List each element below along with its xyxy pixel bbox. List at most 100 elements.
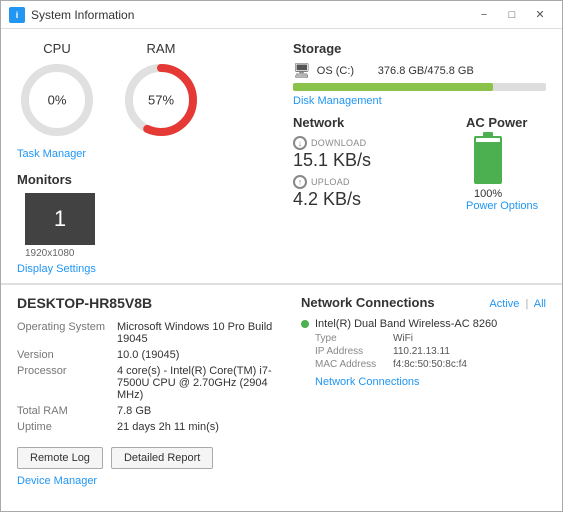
connection-item: Intel(R) Dual Band Wireless-AC 8260 Type…: [301, 318, 546, 370]
table-row: Version10.0 (19045): [17, 347, 277, 363]
ram-metric: RAM 57%: [121, 41, 201, 140]
info-label: Total RAM: [17, 403, 117, 419]
active-filter-link[interactable]: Active: [489, 298, 519, 310]
computer-name: DESKTOP-HR85V8B: [17, 295, 277, 311]
device-manager-link[interactable]: Device Manager: [17, 475, 277, 487]
storage-bar-wrapper: [293, 83, 546, 91]
storage-size: 376.8 GB/475.8 GB: [378, 65, 474, 77]
power-options-link[interactable]: Power Options: [466, 200, 538, 212]
network-filter-links: Active | All: [489, 298, 546, 310]
left-panel: CPU 0% RAM: [17, 41, 277, 275]
ram-value: 57%: [148, 93, 174, 108]
action-buttons: Remote Log Detailed Report: [17, 447, 277, 469]
detail-value: 110.21.13.11: [393, 346, 450, 357]
ac-power-title: AC Power: [466, 115, 527, 130]
storage-bar-fill: [293, 83, 493, 91]
info-value: 21 days 2h 11 min(s): [117, 419, 277, 435]
metrics-row: CPU 0% RAM: [17, 41, 277, 140]
battery-fill: [476, 142, 500, 182]
upload-label: UPLOAD: [311, 177, 350, 187]
minimize-button[interactable]: −: [470, 5, 498, 25]
storage-section: Storage 🖥 OS (C:) 376.8 GB/475.8 GB Disk…: [293, 41, 546, 107]
detail-value: WiFi: [393, 333, 413, 344]
title-bar: i System Information − □ ✕: [1, 1, 562, 29]
bottom-section: DESKTOP-HR85V8B Operating SystemMicrosof…: [1, 285, 562, 511]
table-row: Uptime21 days 2h 11 min(s): [17, 419, 277, 435]
network-title: Network: [293, 115, 450, 130]
download-label: DOWNLOAD: [311, 138, 366, 148]
content-area: CPU 0% RAM: [1, 29, 562, 511]
info-value: 10.0 (19045): [117, 347, 277, 363]
monitors-title: Monitors: [17, 172, 277, 187]
network-connections-link[interactable]: Network Connections: [315, 376, 546, 388]
connection-detail-row: Type WiFi: [315, 333, 546, 344]
upload-arrow-icon: ↑: [293, 175, 307, 189]
window-title: System Information: [31, 8, 134, 22]
maximize-button[interactable]: □: [498, 5, 526, 25]
title-bar-controls: − □ ✕: [470, 5, 554, 25]
cpu-value: 0%: [48, 93, 67, 108]
storage-title: Storage: [293, 41, 546, 56]
monitor-resolution: 1920x1080: [25, 248, 277, 259]
ram-donut: 57%: [121, 60, 201, 140]
info-label: Operating System: [17, 319, 117, 347]
ac-power-section: AC Power 100% Power Options: [466, 115, 546, 214]
network-ac-row: Network ↓ DOWNLOAD 15.1 KB/s ↑ UPLOAD: [293, 115, 546, 214]
upload-value: 4.2 KB/s: [293, 189, 450, 210]
right-panel: Storage 🖥 OS (C:) 376.8 GB/475.8 GB Disk…: [277, 41, 546, 275]
connection-name-row: Intel(R) Dual Band Wireless-AC 8260: [301, 318, 546, 330]
display-settings-link[interactable]: Display Settings: [17, 263, 277, 275]
info-label: Processor: [17, 363, 117, 403]
cpu-donut: 0%: [17, 60, 97, 140]
system-info-panel: DESKTOP-HR85V8B Operating SystemMicrosof…: [17, 295, 277, 501]
download-arrow-icon: ↓: [293, 136, 307, 150]
detail-label: Type: [315, 333, 385, 344]
network-connections-header: Network Connections Active | All: [301, 295, 546, 310]
info-value: 4 core(s) - Intel(R) Core(TM) i7-7500U C…: [117, 363, 277, 403]
info-table: Operating SystemMicrosoft Windows 10 Pro…: [17, 319, 277, 435]
top-section: CPU 0% RAM: [1, 29, 562, 284]
window: i System Information − □ ✕ CPU: [0, 0, 563, 512]
table-row: Processor4 core(s) - Intel(R) Core(TM) i…: [17, 363, 277, 403]
all-filter-link[interactable]: All: [534, 298, 546, 310]
battery-icon: [474, 136, 502, 184]
network-connections-panel: Network Connections Active | All Intel(R…: [293, 295, 546, 501]
info-label: Version: [17, 347, 117, 363]
disk-management-link[interactable]: Disk Management: [293, 95, 546, 107]
info-value: 7.8 GB: [117, 403, 277, 419]
detail-label: MAC Address: [315, 359, 385, 370]
table-row: Total RAM7.8 GB: [17, 403, 277, 419]
connection-name: Intel(R) Dual Band Wireless-AC 8260: [315, 318, 497, 330]
filter-separator: |: [525, 298, 528, 310]
cpu-label: CPU: [43, 41, 70, 56]
cpu-metric: CPU 0%: [17, 41, 97, 140]
monitors-section: Monitors 1 1920x1080 Display Settings: [17, 172, 277, 275]
connection-detail-row: IP Address 110.21.13.11: [315, 346, 546, 357]
battery-percent: 100%: [474, 188, 502, 200]
remote-log-button[interactable]: Remote Log: [17, 447, 103, 469]
storage-item: 🖥 OS (C:) 376.8 GB/475.8 GB: [293, 62, 546, 79]
info-label: Uptime: [17, 419, 117, 435]
upload-stat: ↑ UPLOAD 4.2 KB/s: [293, 175, 450, 210]
network-connections-title: Network Connections: [301, 295, 435, 310]
download-value: 15.1 KB/s: [293, 150, 450, 171]
connection-detail-row: MAC Address f4:8c:50:50:8c:f4: [315, 359, 546, 370]
connection-details: Type WiFi IP Address 110.21.13.11 MAC Addres…: [315, 333, 546, 370]
detail-value: f4:8c:50:50:8c:f4: [393, 359, 467, 370]
app-icon: i: [9, 7, 25, 23]
task-manager-link[interactable]: Task Manager: [17, 148, 277, 160]
network-section: Network ↓ DOWNLOAD 15.1 KB/s ↑ UPLOAD: [293, 115, 450, 214]
info-value: Microsoft Windows 10 Pro Build 19045: [117, 319, 277, 347]
ram-label: RAM: [147, 41, 176, 56]
monitor-count: 1: [54, 206, 66, 232]
close-button[interactable]: ✕: [526, 5, 554, 25]
table-row: Operating SystemMicrosoft Windows 10 Pro…: [17, 319, 277, 347]
title-bar-left: i System Information: [9, 7, 134, 23]
battery-wrapper: 100%: [474, 136, 502, 200]
download-stat: ↓ DOWNLOAD 15.1 KB/s: [293, 136, 450, 171]
detailed-report-button[interactable]: Detailed Report: [111, 447, 213, 469]
detail-label: IP Address: [315, 346, 385, 357]
storage-name: OS (C:): [317, 65, 372, 77]
monitor-display: 1: [25, 193, 95, 245]
connection-status-dot: [301, 320, 309, 328]
